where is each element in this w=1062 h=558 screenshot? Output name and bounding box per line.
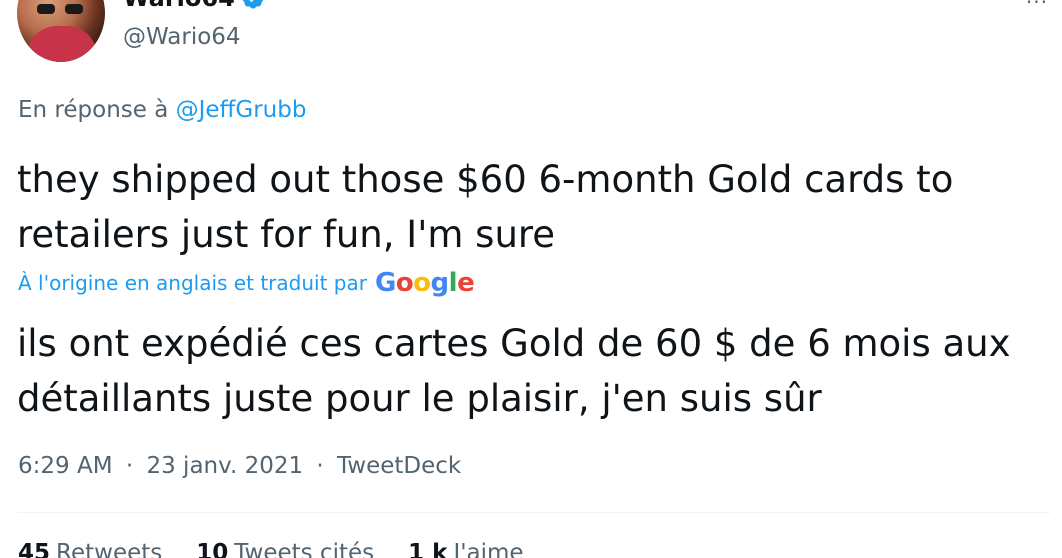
avatar-shirt xyxy=(27,26,97,62)
tweet-detail: Wario64 @Wario64 ··· En réponse à @JeffG… xyxy=(0,0,1062,558)
likes-label: J'aime xyxy=(453,540,524,558)
quotes-count: 10 xyxy=(196,540,229,558)
verified-badge-icon xyxy=(241,0,265,10)
tweet-metadata: 6:29 AM · 23 janv. 2021 · TweetDeck xyxy=(18,453,461,479)
reply-mention-link[interactable]: @JeffGrubb xyxy=(176,97,307,123)
tweet-time-link[interactable]: 6:29 AM xyxy=(18,453,113,479)
google-logo-icon: Google xyxy=(374,268,475,298)
reply-prefix: En réponse à xyxy=(18,97,169,123)
engagement-stats: 45 Retweets 10 Tweets cités 1 k J'aime xyxy=(18,540,524,558)
meta-separator: · xyxy=(125,453,134,479)
translation-label: À l'origine en anglais et traduit par xyxy=(18,271,367,295)
avatar-glasses-right xyxy=(65,4,83,14)
tweet-source-link[interactable]: TweetDeck xyxy=(337,453,461,479)
avatar[interactable] xyxy=(17,0,105,62)
retweets-stat-link[interactable]: 45 Retweets xyxy=(18,540,162,558)
tweet-translated-text: ils ont expédié ces cartes Gold de 60 $ … xyxy=(17,322,1011,420)
author-display-name[interactable]: Wario64 xyxy=(123,0,265,12)
likes-count: 1 k xyxy=(408,540,448,558)
translation-attribution[interactable]: À l'origine en anglais et traduit par Go… xyxy=(18,268,475,298)
author-name-text: Wario64 xyxy=(123,0,235,12)
more-options-icon[interactable]: ··· xyxy=(1026,0,1048,14)
quotes-label: Tweets cités xyxy=(234,540,375,558)
reply-context: En réponse à @JeffGrubb xyxy=(18,97,306,123)
author-handle[interactable]: @Wario64 xyxy=(123,24,241,50)
quotes-stat-link[interactable]: 10 Tweets cités xyxy=(196,540,374,558)
divider xyxy=(17,512,1050,513)
tweet-original-text: they shipped out those $60 6-month Gold … xyxy=(17,158,954,256)
avatar-glasses-left xyxy=(37,4,55,14)
retweets-count: 45 xyxy=(18,540,51,558)
meta-separator: · xyxy=(316,453,324,479)
likes-stat-link[interactable]: 1 k J'aime xyxy=(408,540,523,558)
retweets-label: Retweets xyxy=(56,540,163,558)
tweet-date-link[interactable]: 23 janv. 2021 xyxy=(146,453,303,479)
